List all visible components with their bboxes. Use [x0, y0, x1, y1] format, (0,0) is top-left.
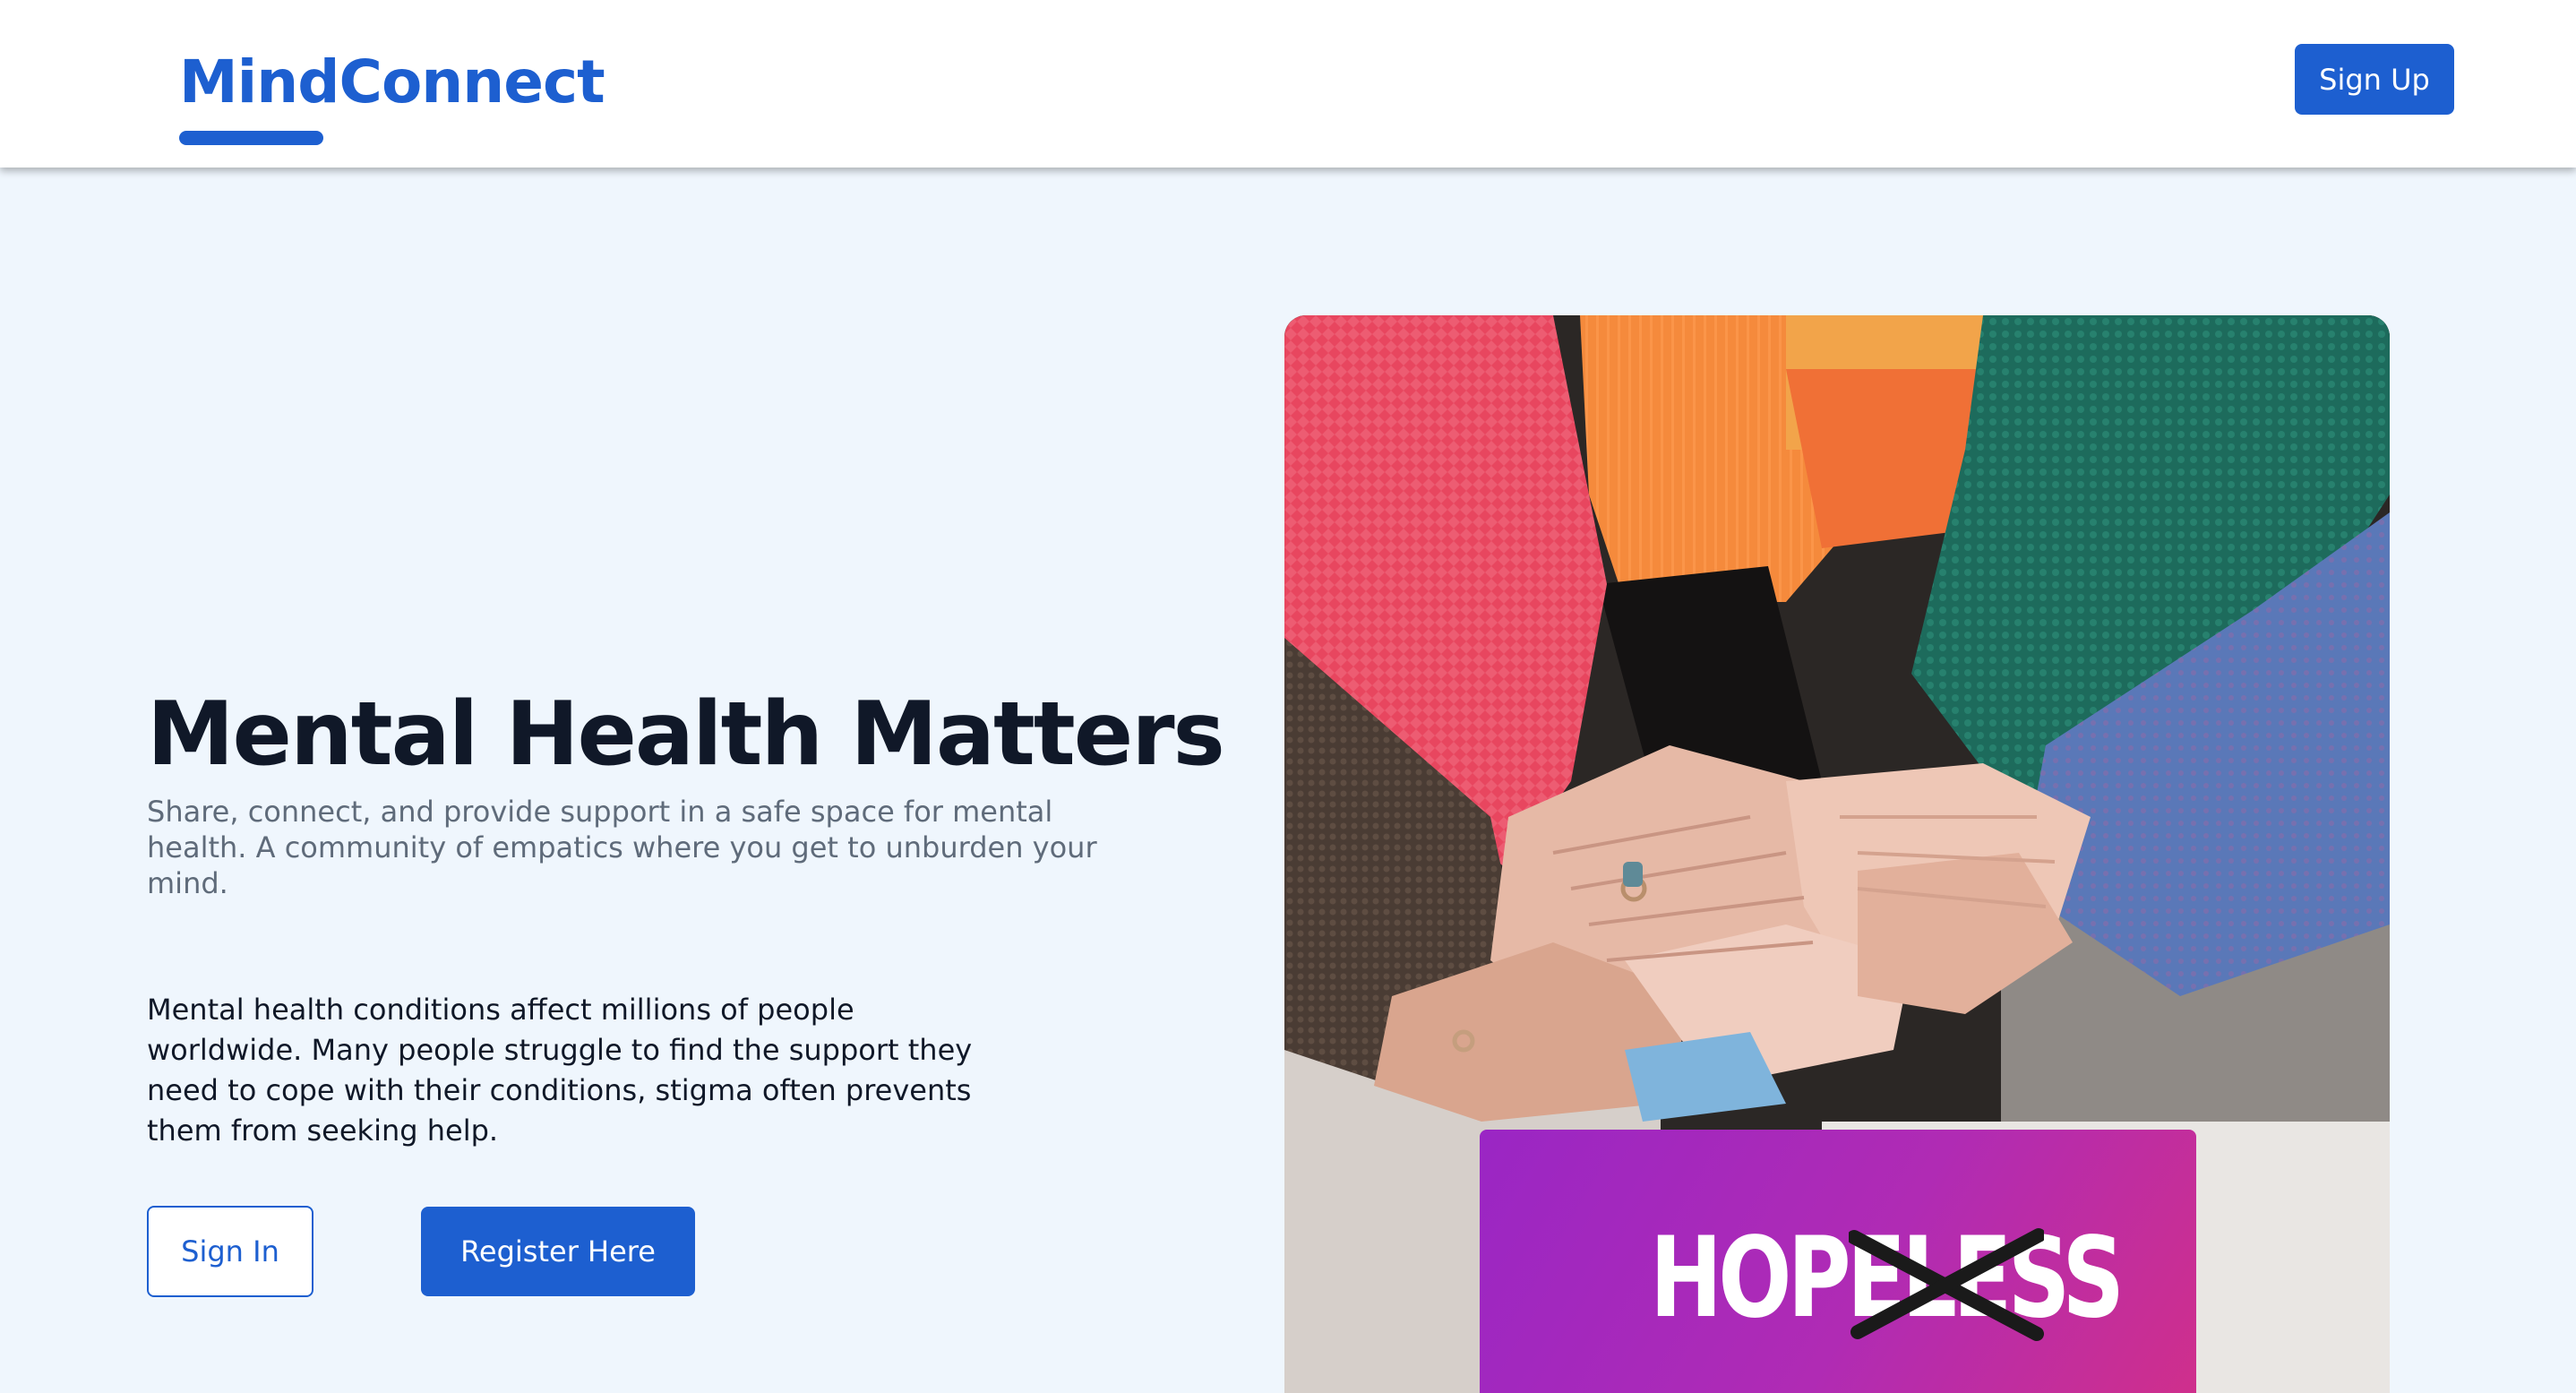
- hero-description: Mental health conditions affect millions…: [147, 993, 973, 1148]
- hero-subtitle: Share, connect, and provide support in a…: [147, 795, 1097, 900]
- cross-out-icon: [1849, 1228, 2044, 1341]
- top-navbar: MindConnect Sign Up: [0, 0, 2576, 168]
- register-button[interactable]: Register Here: [421, 1207, 695, 1296]
- hero-title: Mental Health Matters: [147, 684, 1225, 786]
- brand-underline: [179, 131, 323, 145]
- brand-logo[interactable]: MindConnect: [179, 47, 605, 118]
- hope-card: HOPELESS: [1480, 1130, 2196, 1393]
- sign-in-button[interactable]: Sign In: [147, 1206, 313, 1297]
- sign-up-button[interactable]: Sign Up: [2295, 44, 2454, 115]
